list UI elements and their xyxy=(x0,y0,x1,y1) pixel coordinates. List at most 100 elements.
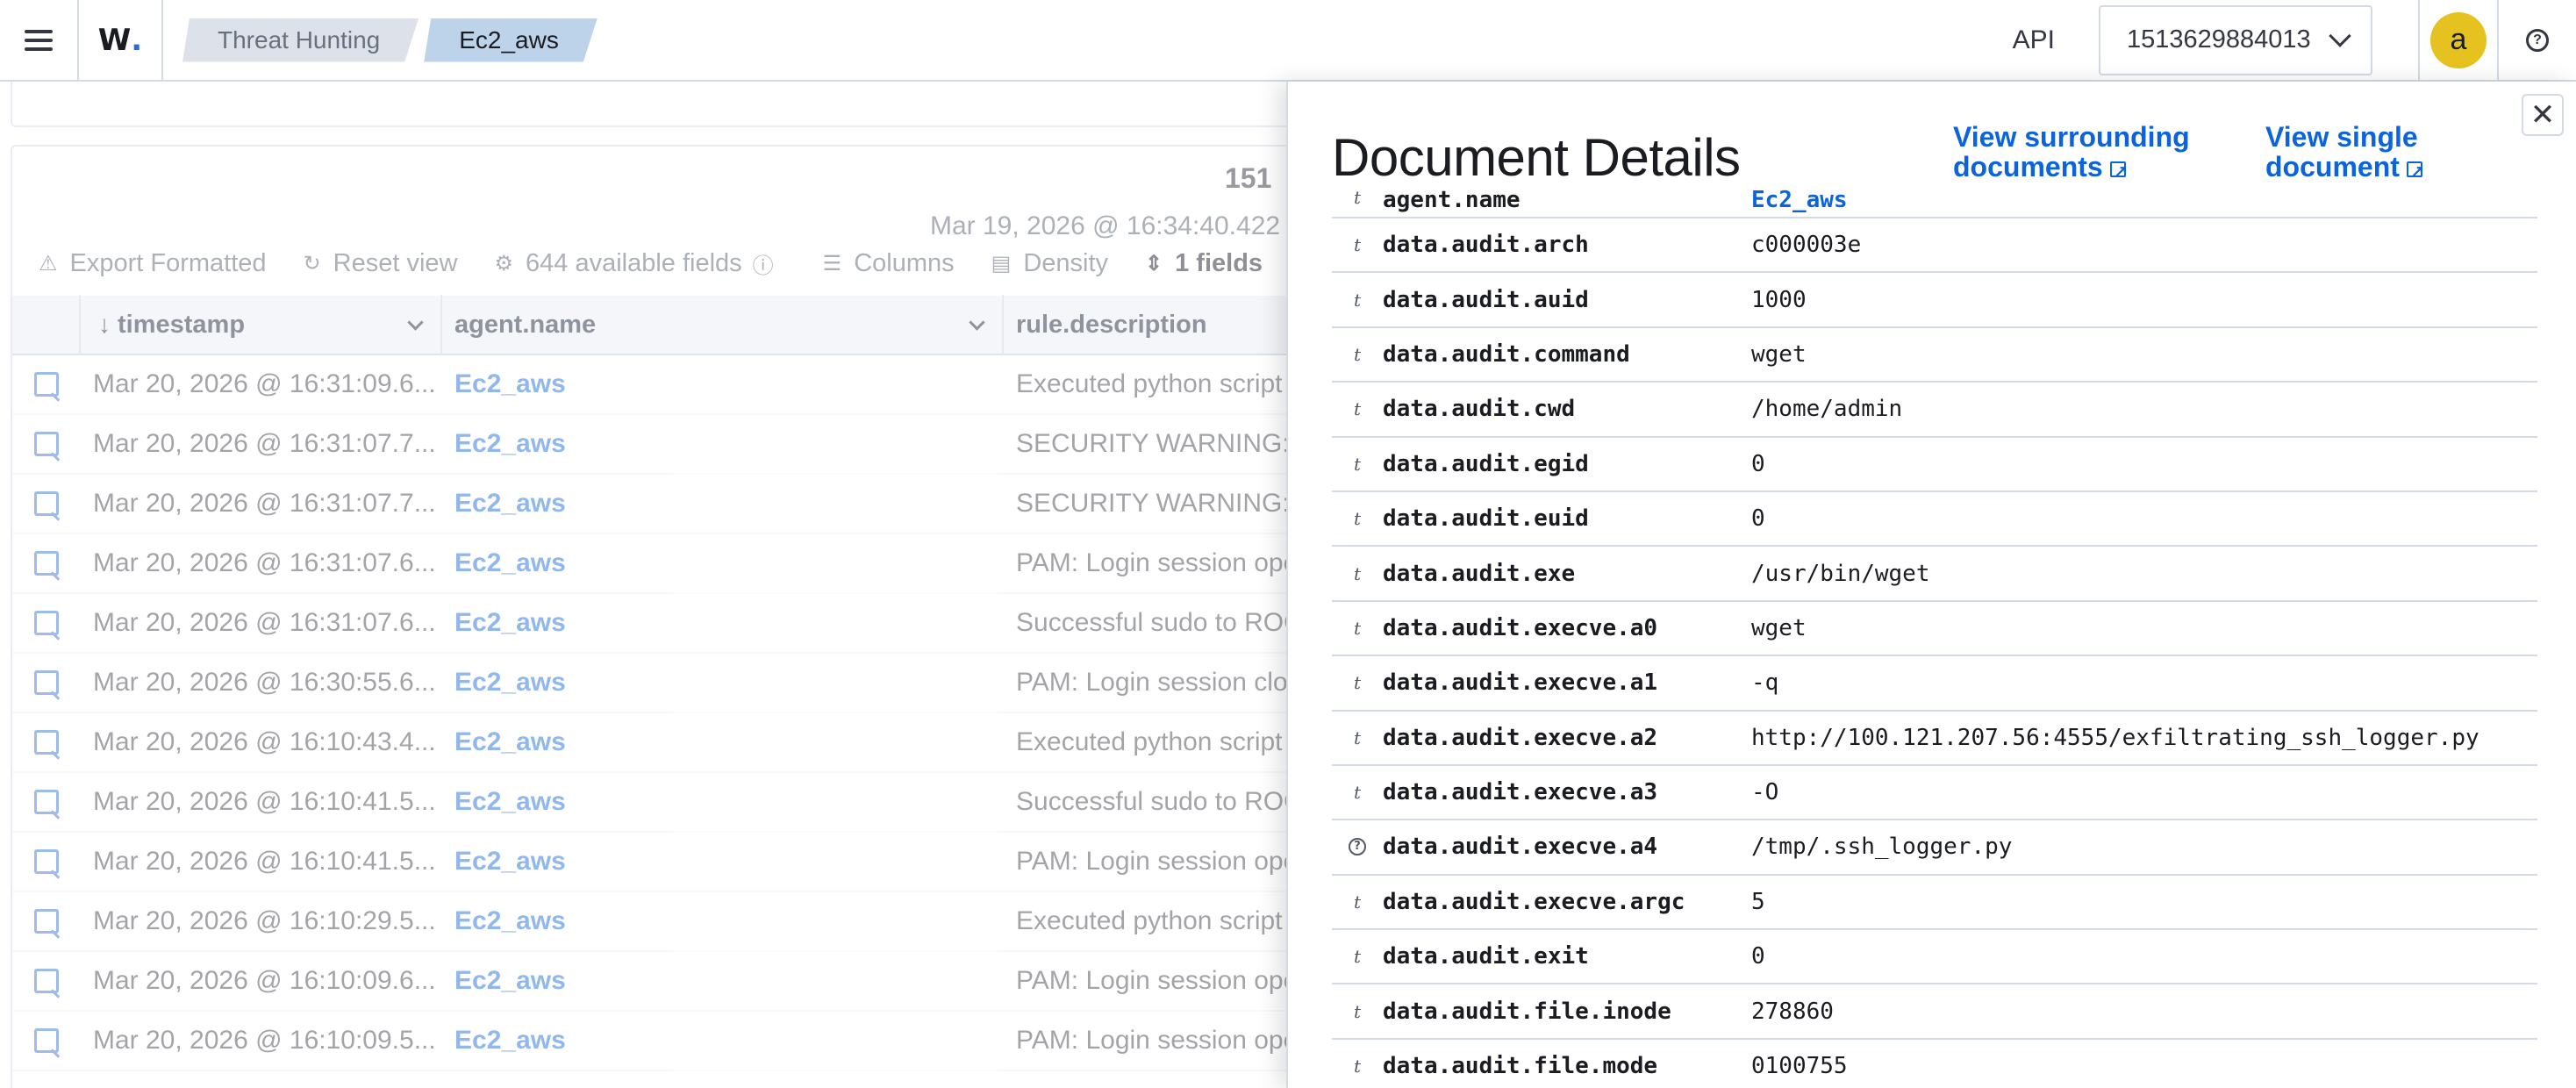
field-row[interactable]: ? data.audit.execve.a4/tmp/.ssh_logger.py xyxy=(1332,820,2537,876)
hamburger-icon xyxy=(25,29,53,51)
breadcrumb-threat-hunting[interactable]: Threat Hunting xyxy=(182,18,419,62)
tenant-select[interactable]: 1513629884013 xyxy=(2099,4,2372,75)
table-row[interactable]: Mar 20, 2026 @ 16:10:41.5... Ec2_aws Succe… xyxy=(12,773,1342,833)
sort-down-icon: ↓ xyxy=(98,311,111,338)
close-flyout-button[interactable]: ✕ xyxy=(2522,94,2564,136)
string-type-icon: t xyxy=(1353,508,1362,530)
sort-icon: ⇕ xyxy=(1145,252,1163,276)
table-row[interactable]: Mar 20, 2026 @ 16:31:07.7... Ec2_aws SECUR… xyxy=(12,475,1342,534)
string-type-icon: t xyxy=(1353,617,1362,639)
grid-header: ↓ timestamp agent.name rule.description xyxy=(12,295,1342,355)
field-row[interactable]: t data.audit.execve.a3 -O xyxy=(1332,766,2537,821)
column-header-timestamp[interactable]: ↓ timestamp xyxy=(81,295,442,354)
user-avatar[interactable]: a xyxy=(2430,11,2487,68)
table-row[interactable]: Mar 20, 2026 @ 16:10:41.5... Ec2_aws PAM: … xyxy=(12,833,1342,892)
string-type-icon: t xyxy=(1353,672,1362,694)
inspect-document-icon[interactable] xyxy=(34,372,59,397)
grid-toolbar: ⚠ Export Formatted ↻ Reset view ⚙ 644 avail… xyxy=(39,248,1299,279)
inspect-document-icon[interactable] xyxy=(34,849,59,874)
inspect-document-icon[interactable] xyxy=(34,1028,59,1053)
string-type-icon: t xyxy=(1353,891,1362,913)
inspect-document-icon[interactable] xyxy=(34,491,59,516)
table-row[interactable]: Mar 20, 2026 @ 16:10:09.5... Ec2_aws PAM: … xyxy=(12,1012,1342,1071)
app-logo[interactable]: W. xyxy=(79,0,163,80)
menu-button[interactable] xyxy=(0,0,79,80)
reset-icon: ↻ xyxy=(303,252,321,276)
header-spacer xyxy=(12,295,81,354)
field-row[interactable]: t data.audit.command wget xyxy=(1332,328,2537,383)
table-row[interactable]: Mar 20, 2026 @ 16:10:43.4... Ec2_aws Execu… xyxy=(12,713,1342,773)
flyout-title: Document Details xyxy=(1332,128,1741,187)
unknown-type-icon: ? xyxy=(1349,838,1366,856)
density-icon: ▤ xyxy=(991,252,1012,276)
tenant-value: 1513629884013 xyxy=(2127,25,2311,54)
field-row[interactable]: t data.audit.execve.a2 http://100.121.207.… xyxy=(1332,712,2537,766)
table-row[interactable]: Mar 20, 2026 @ 16:10:09.6... Ec2_aws PAM: … xyxy=(12,952,1342,1012)
view-single-document-link[interactable]: View single document xyxy=(2265,122,2424,186)
sort-fields-button[interactable]: ⇕ 1 fields xyxy=(1145,249,1263,278)
table-row[interactable]: Mar 20, 2026 @ 16:31:07.6... Ec2_aws PAM: … xyxy=(12,534,1342,594)
field-row[interactable]: t data.audit.execve.a1 -q xyxy=(1332,656,2537,712)
inspect-document-icon[interactable] xyxy=(34,730,59,755)
inspect-document-icon[interactable] xyxy=(34,969,59,993)
field-row[interactable]: t data.audit.execve.a0 wget xyxy=(1332,602,2537,657)
field-row[interactable]: t data.audit.file.inode 278860 xyxy=(1332,984,2537,1040)
export-button[interactable]: ⚠ Export Formatted xyxy=(39,249,267,278)
columns-button[interactable]: ☰ Columns xyxy=(823,249,955,278)
columns-icon: ☰ xyxy=(822,252,842,276)
column-header-agent-name[interactable]: agent.name xyxy=(442,295,1004,354)
info-icon: ⓘ xyxy=(752,254,774,278)
reset-view-button[interactable]: ↻ Reset view xyxy=(304,249,458,278)
field-row[interactable]: t data.audit.auid 1000 xyxy=(1332,273,2537,328)
string-type-icon: t xyxy=(1353,187,1362,208)
string-type-icon: t xyxy=(1353,453,1362,475)
field-row[interactable]: t agent.name Ec2_aws xyxy=(1332,180,2537,218)
inspect-document-icon[interactable] xyxy=(34,909,59,934)
string-type-icon: t xyxy=(1353,782,1362,804)
field-row[interactable]: t data.audit.egid 0 xyxy=(1332,438,2537,492)
table-row[interactable]: Mar 20, 2026 @ 16:31:07.6... Ec2_aws Succe… xyxy=(12,594,1342,654)
field-row[interactable]: t data.audit.cwd/home/admin xyxy=(1332,383,2537,438)
export-icon: ⚠ xyxy=(39,252,58,276)
chevron-down-icon[interactable] xyxy=(407,313,424,331)
view-surrounding-documents-link[interactable]: View surrounding documents xyxy=(1953,122,2190,186)
string-type-icon: t xyxy=(1353,343,1362,365)
field-row[interactable]: t data.audit.euid 0 xyxy=(1332,492,2537,548)
chevron-down-icon[interactable] xyxy=(969,313,985,331)
table-row[interactable]: Mar 20, 2026 @ 16:30:55.6... Ec2_aws PAM: … xyxy=(12,654,1342,713)
hits-count: 151 xyxy=(1225,162,1272,194)
inspect-document-icon[interactable] xyxy=(34,611,59,635)
field-row[interactable]: t data.audit.arch c000003e xyxy=(1332,218,2537,274)
inspect-document-icon[interactable] xyxy=(34,551,59,576)
string-type-icon: t xyxy=(1353,398,1362,420)
field-row[interactable]: t data.audit.execve.argc 5 xyxy=(1332,876,2537,931)
field-row[interactable]: t data.audit.exit 0 xyxy=(1332,930,2537,985)
inspect-document-icon[interactable] xyxy=(34,432,59,456)
string-type-icon: t xyxy=(1353,1056,1362,1077)
filter-bar xyxy=(11,82,1344,127)
table-row[interactable]: Mar 20, 2026 @ 16:10:29.5... Ec2_aws Execu… xyxy=(12,892,1342,952)
string-type-icon: t xyxy=(1353,1000,1362,1022)
document-fields-table: t agent.name Ec2_aws t data.audit.arch c0000… xyxy=(1332,180,2537,1088)
fields-icon: ⚙ xyxy=(494,252,513,276)
table-row[interactable]: Mar 20, 2026 @ 16:31:07.7... Ec2_aws SECUR… xyxy=(12,415,1342,475)
grid-rows: Mar 20, 2026 @ 16:31:09.6... Ec2_aws Execu… xyxy=(12,355,1342,1071)
field-row[interactable]: t data.audit.exe/usr/bin/wget xyxy=(1332,547,2537,602)
external-link-icon xyxy=(2109,156,2128,186)
string-type-icon: t xyxy=(1353,234,1362,256)
available-fields[interactable]: ⚙ 644 available fields ⓘ xyxy=(494,248,785,279)
help-icon[interactable]: ? xyxy=(2526,28,2549,52)
string-type-icon: t xyxy=(1353,289,1362,311)
string-type-icon: t xyxy=(1353,946,1362,968)
density-button[interactable]: ▤ Density xyxy=(991,249,1108,278)
api-link[interactable]: API xyxy=(2013,25,2055,55)
table-row[interactable]: Mar 20, 2026 @ 16:31:09.6... Ec2_aws Execu… xyxy=(12,355,1342,415)
inspect-document-icon[interactable] xyxy=(34,790,59,814)
inspect-document-icon[interactable] xyxy=(34,670,59,695)
field-row[interactable]: t data.audit.file.mode 0100755 xyxy=(1332,1040,2537,1088)
chevron-down-icon xyxy=(2329,24,2351,47)
breadcrumb: Threat Hunting Ec2_aws xyxy=(182,18,603,62)
top-header: W. Threat Hunting Ec2_aws API 1513629884… xyxy=(0,0,2576,82)
breadcrumb-agent[interactable]: Ec2_aws xyxy=(424,18,597,62)
string-type-icon: t xyxy=(1353,562,1362,584)
